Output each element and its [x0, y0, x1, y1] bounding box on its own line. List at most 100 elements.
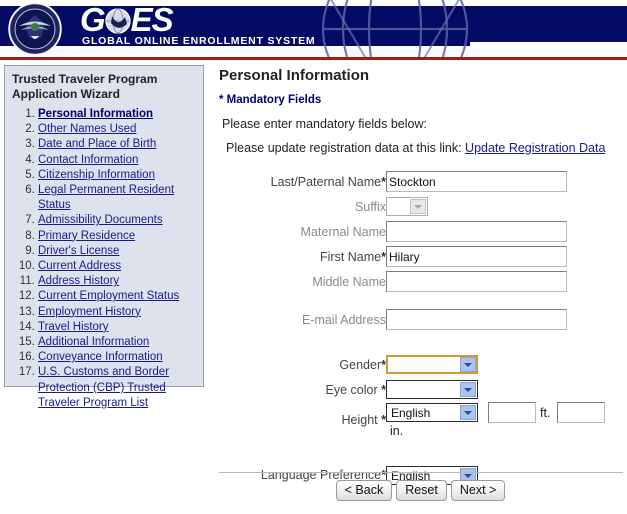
- height-unit-select-value: English: [391, 406, 431, 420]
- sidebar-link-10[interactable]: Current Address: [38, 260, 121, 272]
- next-button[interactable]: Next >: [450, 480, 506, 501]
- first-name-label: First Name*: [218, 244, 386, 269]
- form-spacer-3: [218, 438, 623, 463]
- sidebar-item-legal-permanent-resident-status[interactable]: Legal Permanent Resident Status: [38, 183, 198, 213]
- wizard-sidebar: Trusted Traveler Program Application Wiz…: [4, 65, 204, 409]
- height-inches-unit-label: in.: [390, 423, 404, 438]
- back-button[interactable]: < Back: [335, 480, 393, 501]
- banner-navy-right: [470, 6, 627, 42]
- gender-select[interactable]: [386, 355, 478, 374]
- height-label-text: Height: [341, 412, 382, 427]
- personal-information-form: Last/Paternal Name* Suffix Maternal Name…: [218, 169, 623, 488]
- eye-color-label: Eye color *: [218, 377, 386, 402]
- eye-color-label-text: Eye color: [325, 382, 382, 397]
- sidebar-title-line1: Trusted Traveler Program: [12, 72, 158, 86]
- height-unit-select[interactable]: English: [386, 403, 478, 422]
- registration-update-line: Please update registration data at this …: [226, 141, 623, 155]
- page-title: Personal Information: [219, 67, 370, 84]
- email-field[interactable]: [386, 309, 567, 330]
- form-row-eye-color: Eye color *: [218, 377, 623, 402]
- height-label: Height *: [218, 402, 386, 438]
- sidebar-link-1[interactable]: Personal Information: [38, 108, 153, 120]
- form-row-middle-name: Middle Name: [218, 269, 623, 294]
- email-label: E-mail Address: [218, 307, 386, 332]
- mandatory-fields-note: * Mandatory Fields: [219, 94, 322, 106]
- sidebar-link-13[interactable]: Employment History: [38, 306, 141, 318]
- sidebar-item-address-history[interactable]: Address History: [38, 274, 198, 289]
- goes-wordmark: G ES: [80, 3, 174, 36]
- sidebar-link-9[interactable]: Driver's License: [38, 245, 119, 257]
- last-name-input[interactable]: [386, 171, 567, 192]
- sidebar-item-other-names-used[interactable]: Other Names Used: [38, 122, 198, 137]
- last-name-label-text: Last/Paternal Name: [270, 174, 382, 189]
- chevron-down-icon[interactable]: [460, 357, 476, 372]
- sidebar-title: Trusted Traveler Program Application Wiz…: [12, 72, 198, 102]
- form-row-suffix: Suffix: [218, 194, 623, 219]
- form-row-first-name: First Name*: [218, 244, 623, 269]
- sidebar-link-16[interactable]: Conveyance Information: [38, 351, 163, 363]
- sidebar-item-admissibility-documents[interactable]: Admissibility Documents: [38, 213, 198, 228]
- sidebar-link-7[interactable]: Admissibility Documents: [38, 214, 163, 226]
- sidebar-link-17[interactable]: U.S. Customs and Border Protection (CBP)…: [38, 366, 169, 408]
- sidebar-item-current-address[interactable]: Current Address: [38, 259, 198, 274]
- sidebar-item-employment-history[interactable]: Employment History: [38, 305, 198, 320]
- sidebar-item-citizenship-information[interactable]: Citizenship Information: [38, 168, 198, 183]
- form-row-last-name: Last/Paternal Name*: [218, 169, 623, 194]
- goes-letters-es: ES: [130, 1, 174, 38]
- sidebar-item-additional-information[interactable]: Additional Information: [38, 335, 198, 350]
- middle-name-input[interactable]: [386, 271, 567, 292]
- sidebar-item-drivers-license[interactable]: Driver's License: [38, 244, 198, 259]
- sidebar-link-3[interactable]: Date and Place of Birth: [38, 138, 156, 150]
- maternal-name-label-text: Maternal Name: [300, 224, 386, 239]
- footer-divider: [219, 472, 623, 473]
- form-spacer-1: [218, 294, 623, 307]
- sidebar-link-12[interactable]: Current Employment Status: [38, 290, 179, 302]
- sidebar-link-8[interactable]: Primary Residence: [38, 230, 135, 242]
- sidebar-item-cbp-trusted-traveler-program-list[interactable]: U.S. Customs and Border Protection (CBP)…: [38, 365, 198, 411]
- height-inches-input[interactable]: [557, 402, 606, 423]
- sidebar-item-travel-history[interactable]: Travel History: [38, 320, 198, 335]
- suffix-select[interactable]: [386, 197, 428, 216]
- sidebar-item-personal-information[interactable]: Personal Information: [38, 107, 198, 122]
- sidebar-link-15[interactable]: Additional Information: [38, 336, 149, 348]
- gender-label: Gender*: [218, 352, 386, 377]
- height-feet-input[interactable]: [488, 402, 536, 423]
- goes-logo: G ES GLOBAL ONLINE ENROLLMENT SYSTEM: [80, 3, 330, 53]
- sidebar-link-2[interactable]: Other Names Used: [38, 123, 136, 135]
- form-row-gender: Gender*: [218, 352, 623, 377]
- wizard-step-list: Personal Information Other Names Used Da…: [12, 107, 198, 411]
- gender-label-text: Gender: [339, 357, 382, 372]
- sidebar-link-5[interactable]: Citizenship Information: [38, 169, 155, 181]
- chevron-down-icon[interactable]: [460, 382, 476, 397]
- sidebar-item-primary-residence[interactable]: Primary Residence: [38, 229, 198, 244]
- form-row-email: E-mail Address: [218, 307, 623, 332]
- chevron-down-icon[interactable]: [460, 405, 476, 420]
- form-spacer-2: [218, 332, 623, 352]
- suffix-label: Suffix: [218, 194, 386, 219]
- sidebar-item-current-employment-status[interactable]: Current Employment Status: [38, 289, 198, 304]
- sidebar-item-contact-information[interactable]: Contact Information: [38, 153, 198, 168]
- maternal-name-label: Maternal Name: [218, 219, 386, 244]
- enter-mandatory-instruction: Please enter mandatory fields below:: [222, 117, 427, 131]
- eye-color-select[interactable]: [386, 380, 478, 399]
- reset-button[interactable]: Reset: [396, 480, 447, 501]
- goes-subtitle: GLOBAL ONLINE ENROLLMENT SYSTEM: [82, 35, 316, 47]
- first-name-label-text: First Name: [320, 249, 382, 264]
- sidebar-item-date-and-place-of-birth[interactable]: Date and Place of Birth: [38, 137, 198, 152]
- sidebar-link-11[interactable]: Address History: [38, 275, 119, 287]
- last-name-label: Last/Paternal Name*: [218, 169, 386, 194]
- maternal-name-input[interactable]: [386, 221, 567, 242]
- middle-name-label-text: Middle Name: [312, 274, 386, 289]
- wizard-navigation-buttons: < Back Reset Next >: [218, 480, 623, 501]
- middle-name-label: Middle Name: [218, 269, 386, 294]
- height-feet-unit-label: ft.: [540, 405, 551, 420]
- sidebar-link-14[interactable]: Travel History: [38, 321, 109, 333]
- sidebar-link-4[interactable]: Contact Information: [38, 154, 138, 166]
- update-registration-data-link[interactable]: Update Registration Data: [465, 141, 605, 155]
- first-name-input[interactable]: [386, 246, 567, 267]
- form-row-height: Height * English ft. in.: [218, 402, 623, 438]
- email-label-text: E-mail Address: [301, 312, 386, 327]
- chevron-down-icon[interactable]: [410, 199, 426, 214]
- sidebar-link-6[interactable]: Legal Permanent Resident Status: [38, 184, 174, 211]
- sidebar-item-conveyance-information[interactable]: Conveyance Information: [38, 350, 198, 365]
